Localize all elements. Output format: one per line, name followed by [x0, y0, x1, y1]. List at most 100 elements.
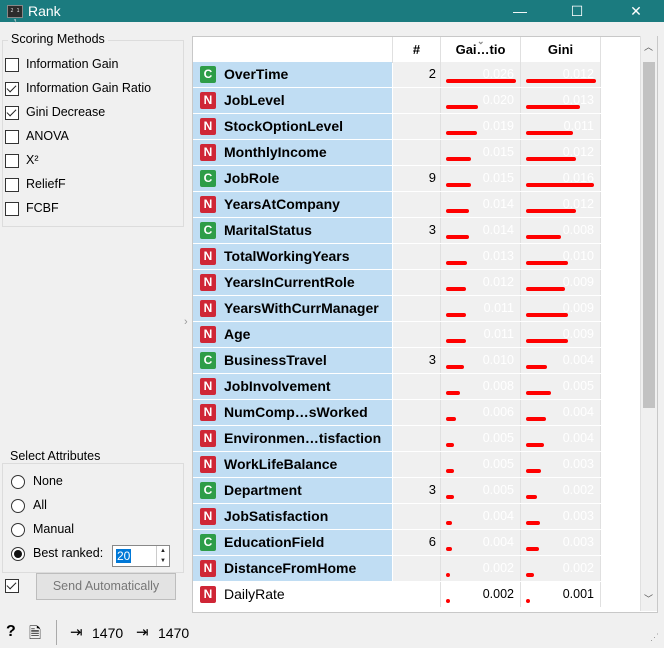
gain-bar: [446, 547, 452, 551]
table-row[interactable]: N JobInvolvement: [193, 374, 392, 399]
table-row[interactable]: N JobSatisfaction: [193, 504, 392, 529]
best-ranked-spinbox[interactable]: 20 ▲ ▼: [112, 545, 170, 567]
scoring-label[interactable]: Information Gain Ratio: [26, 81, 151, 95]
scoring-checkbox[interactable]: [5, 58, 19, 72]
categorical-variable-icon: C: [200, 170, 216, 187]
report-icon[interactable]: 🗎: [29, 623, 41, 648]
close-button[interactable]: ✕: [614, 0, 658, 22]
scoring-checkbox[interactable]: [5, 178, 19, 192]
table-row[interactable]: N Age: [193, 322, 392, 347]
gini-value: 0.008: [562, 223, 594, 237]
gini-bar: [526, 417, 546, 421]
table-row[interactable]: C MaritalStatus: [193, 218, 392, 243]
resize-grip-icon[interactable]: ⋰: [650, 632, 659, 643]
gini-cell: 0.003: [521, 504, 601, 529]
attribute-name: DailyRate: [224, 586, 285, 602]
scoring-label[interactable]: ANOVA: [26, 129, 69, 143]
app-icon: 2 1 3: [7, 5, 23, 25]
select-radio-label[interactable]: All: [33, 498, 47, 512]
gain-value: 0.012: [482, 275, 514, 289]
splitter-handle-icon[interactable]: ›: [184, 316, 188, 328]
select-radio[interactable]: [11, 547, 25, 561]
table-row[interactable]: N JobLevel: [193, 88, 392, 113]
table-row[interactable]: C JobRole: [193, 166, 392, 191]
scoring-checkbox[interactable]: [5, 202, 19, 216]
scroll-down-icon[interactable]: ﹀: [644, 592, 653, 605]
count-cell: [393, 582, 441, 607]
table-row[interactable]: N MonthlyIncome: [193, 140, 392, 165]
categorical-variable-icon: C: [200, 482, 216, 499]
gain-value: 0.015: [482, 145, 514, 159]
select-radio[interactable]: [11, 475, 25, 489]
table-scrollbar[interactable]: ︿ ﹀: [640, 36, 657, 611]
gini-bar: [526, 209, 576, 213]
auto-send-checkbox[interactable]: [5, 579, 19, 593]
table-row[interactable]: N DistanceFromHome: [193, 556, 392, 581]
scoring-label[interactable]: ReliefF: [26, 177, 66, 191]
scoring-checkbox[interactable]: [5, 154, 19, 168]
table-row[interactable]: N YearsAtCompany: [193, 192, 392, 217]
gain-bar: [446, 183, 471, 187]
sort-indicator-icon: ⌄: [477, 36, 485, 46]
attribute-name: Age: [224, 326, 251, 342]
scoring-label[interactable]: Information Gain: [26, 57, 118, 71]
table-row[interactable]: C Department: [193, 478, 392, 503]
best-ranked-value[interactable]: 20: [116, 549, 132, 563]
count-cell: [393, 556, 441, 581]
table-row[interactable]: C EducationField: [193, 530, 392, 555]
table-row[interactable]: N DailyRate: [193, 582, 392, 607]
send-automatically-button[interactable]: Send Automatically: [36, 573, 176, 600]
table-row[interactable]: N TotalWorkingYears: [193, 244, 392, 269]
table-row[interactable]: N StockOptionLevel: [193, 114, 392, 139]
status-divider: [56, 620, 57, 645]
select-radio-label[interactable]: Best ranked:: [33, 546, 103, 560]
gain-bar: [446, 157, 471, 161]
minimize-button[interactable]: —: [498, 0, 542, 22]
gain-cell: 0.020: [441, 88, 521, 113]
count-cell: [393, 88, 441, 113]
scroll-up-icon[interactable]: ︿: [644, 40, 653, 53]
gain-bar: [446, 521, 452, 525]
scoring-label[interactable]: X²: [26, 153, 39, 167]
maximize-button[interactable]: ☐: [555, 0, 599, 22]
numeric-variable-icon: N: [200, 404, 216, 421]
scoring-label[interactable]: Gini Decrease: [26, 105, 105, 119]
count-value: 9: [428, 170, 436, 185]
table-row[interactable]: C BusinessTravel: [193, 348, 392, 373]
scoring-checkbox[interactable]: [5, 130, 19, 144]
header-count[interactable]: #: [393, 37, 441, 63]
table-row[interactable]: N Environmen…tisfaction: [193, 426, 392, 451]
gain-cell: 0.015: [441, 166, 521, 191]
header-gini[interactable]: Gini: [521, 37, 601, 63]
gain-value: 0.014: [482, 197, 514, 211]
table-row[interactable]: N YearsWithCurrManager: [193, 296, 392, 321]
numeric-variable-icon: N: [200, 118, 216, 135]
attribute-name: JobSatisfaction: [224, 508, 329, 524]
select-radio-label[interactable]: Manual: [33, 522, 74, 536]
gain-cell: 0.013: [441, 244, 521, 269]
table-row[interactable]: N YearsInCurrentRole: [193, 270, 392, 295]
select-radio-label[interactable]: None: [33, 474, 63, 488]
attribute-name: MonthlyIncome: [224, 144, 327, 160]
spin-down-icon[interactable]: ▼: [156, 556, 169, 566]
header-gain-ratio[interactable]: Gai…tio ⌄: [441, 37, 521, 63]
spin-up-icon[interactable]: ▲: [156, 546, 169, 556]
gain-value: 0.004: [482, 535, 514, 549]
gain-bar: [446, 209, 469, 213]
scroll-thumb[interactable]: [643, 62, 655, 408]
select-radio[interactable]: [11, 499, 25, 513]
scoring-checkbox[interactable]: [5, 106, 19, 120]
table-row[interactable]: N NumComp…sWorked: [193, 400, 392, 425]
select-radio[interactable]: [11, 523, 25, 537]
gain-bar: [446, 391, 460, 395]
table-row[interactable]: C OverTime: [193, 62, 392, 87]
scoring-label[interactable]: FCBF: [26, 201, 59, 215]
gini-value: 0.009: [562, 275, 594, 289]
help-icon[interactable]: ?: [6, 623, 16, 641]
scoring-checkbox[interactable]: [5, 82, 19, 96]
header-attribute[interactable]: [193, 37, 393, 63]
numeric-variable-icon: N: [200, 326, 216, 343]
numeric-variable-icon: N: [200, 430, 216, 447]
table-row[interactable]: N WorkLifeBalance: [193, 452, 392, 477]
ranking-table[interactable]: # Gai…tio ⌄ Gini C OverTime 2 0.026 0.012 N Jo…: [192, 36, 658, 613]
